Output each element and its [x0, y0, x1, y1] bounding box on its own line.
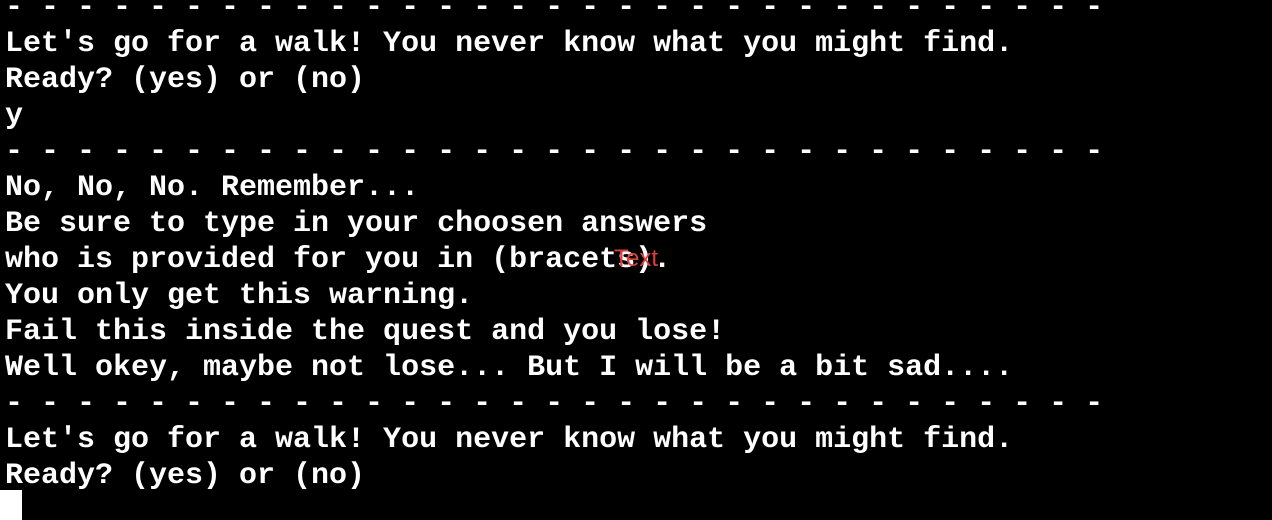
terminal-window[interactable]: - - - - - - - - - - - - - - - - - - - - … [0, 0, 1272, 520]
separator-line: - - - - - - - - - - - - - - - - - - - - … [5, 135, 1104, 169]
separator-line: - - - - - - - - - - - - - - - - - - - - … [5, 0, 1104, 25]
output-line: No, No, No. Remember... [5, 171, 420, 205]
separator-line: - - - - - - - - - - - - - - - - - - - - … [5, 387, 1104, 421]
output-line: You only get this warning. [5, 279, 474, 313]
output-line: Ready? (yes) or (no) [5, 63, 366, 97]
overlay-text-label: Text [614, 245, 659, 272]
terminal-output: - - - - - - - - - - - - - - - - - - - - … [5, 0, 1103, 494]
terminal-cursor[interactable] [0, 490, 22, 520]
output-line: who is provided for you in (bracets). [5, 243, 672, 277]
output-line: Be sure to type in your choosen answers [5, 207, 708, 241]
output-line: Ready? (yes) or (no) [5, 459, 366, 493]
output-line: Fail this inside the quest and you lose! [5, 315, 726, 349]
user-input-line: y [5, 99, 24, 133]
output-line: Let's go for a walk! You never know what… [5, 423, 1014, 457]
output-line: Well okey, maybe not lose... But I will … [5, 351, 1014, 385]
output-line: Let's go for a walk! You never know what… [5, 27, 1014, 61]
